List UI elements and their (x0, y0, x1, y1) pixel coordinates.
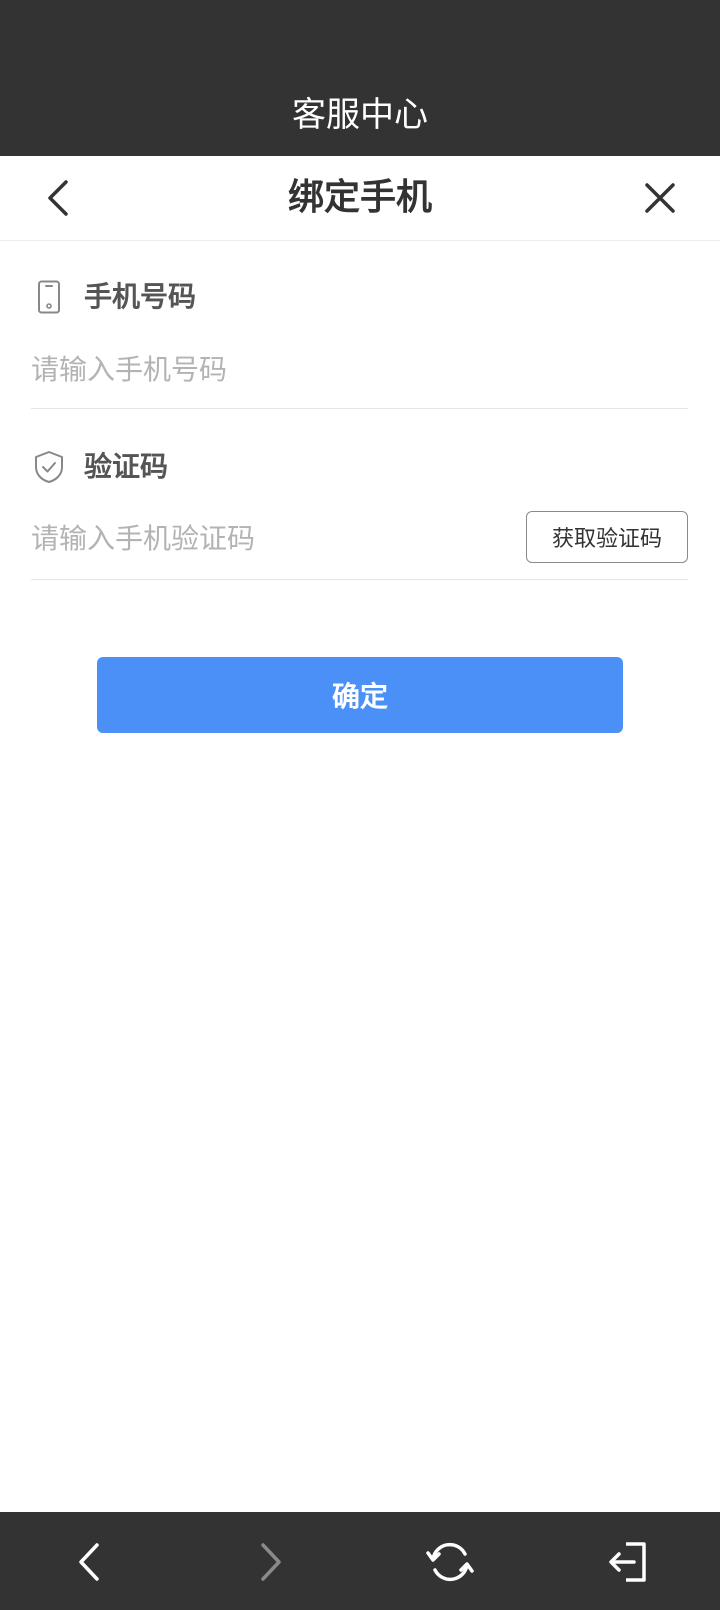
browser-back-button[interactable] (64, 1536, 116, 1588)
status-header: 客服中心 (0, 0, 720, 156)
page-title: 绑定手机 (287, 177, 432, 218)
close-button[interactable] (636, 174, 684, 222)
close-icon (645, 183, 675, 213)
phone-icon (38, 280, 60, 314)
phone-label: 手机号码 (84, 280, 197, 313)
phone-label-row: 手机号码 (32, 277, 196, 317)
code-label-row: 验证码 (32, 447, 168, 487)
exit-button[interactable] (604, 1536, 656, 1588)
browser-forward-button[interactable] (244, 1536, 296, 1588)
refresh-button[interactable] (424, 1536, 476, 1588)
verification-code-input[interactable] (31, 510, 511, 566)
get-code-button[interactable]: 获取验证码 (526, 511, 688, 563)
exit-icon (609, 1542, 646, 1582)
forward-arrow-icon (261, 1543, 281, 1581)
divider (31, 579, 688, 580)
divider (31, 408, 688, 409)
refresh-icon (426, 1542, 474, 1582)
phone-input[interactable] (31, 341, 511, 397)
nav-bar: 绑定手机 (0, 156, 720, 241)
confirm-button[interactable]: 确定 (97, 657, 623, 733)
shield-check-icon (35, 451, 63, 483)
code-label: 验证码 (84, 450, 169, 483)
header-title: 客服中心 (292, 95, 428, 135)
back-arrow-icon (79, 1543, 99, 1581)
bottom-toolbar (0, 1512, 720, 1610)
